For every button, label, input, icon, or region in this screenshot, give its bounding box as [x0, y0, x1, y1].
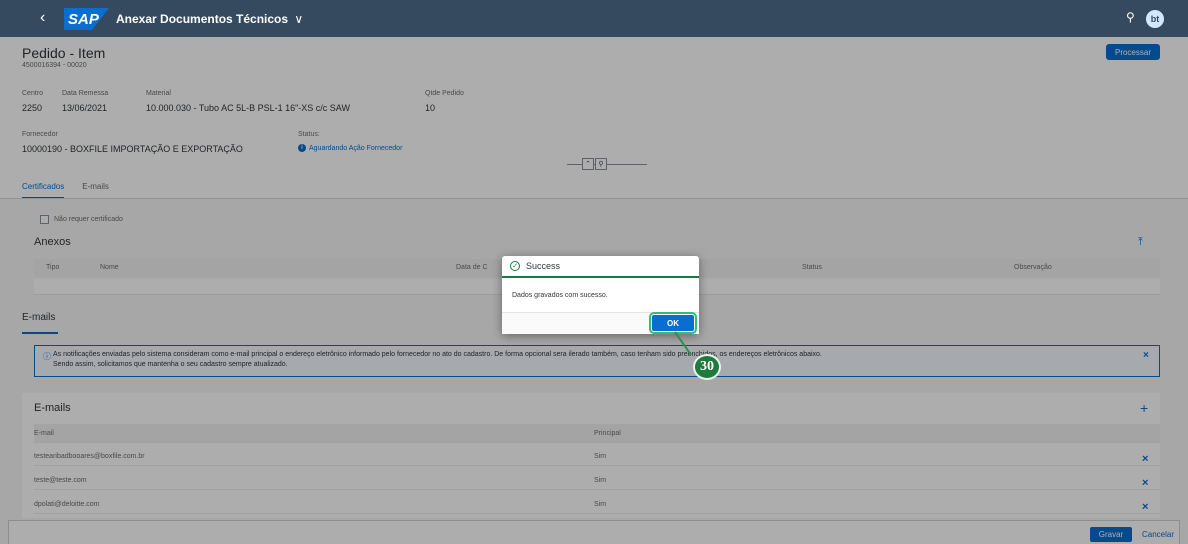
ok-button[interactable]: OK — [649, 312, 697, 334]
search-icon[interactable]: ⚲ — [1126, 10, 1135, 24]
dialog-title: Success — [526, 261, 561, 271]
dialog-message: Dados gravados com sucesso. — [512, 292, 608, 299]
app-title-menu[interactable]: Anexar Documentos Técnicos ∨ — [116, 12, 303, 26]
app-title: Anexar Documentos Técnicos — [116, 12, 289, 26]
success-icon: ✓ — [510, 261, 520, 271]
dialog-header: ✓ Success — [502, 256, 699, 278]
step-callout: 30 — [693, 354, 721, 380]
success-dialog: ✓ Success Dados gravados com sucesso. OK — [502, 256, 699, 334]
chevron-down-icon: ∨ — [294, 12, 304, 26]
avatar[interactable]: bt — [1146, 10, 1164, 28]
sap-logo[interactable]: SAP — [64, 8, 109, 30]
back-icon[interactable]: ‹ — [40, 9, 45, 27]
shell-bar: ‹ SAP Anexar Documentos Técnicos ∨ ⚲ bt — [0, 0, 1188, 37]
